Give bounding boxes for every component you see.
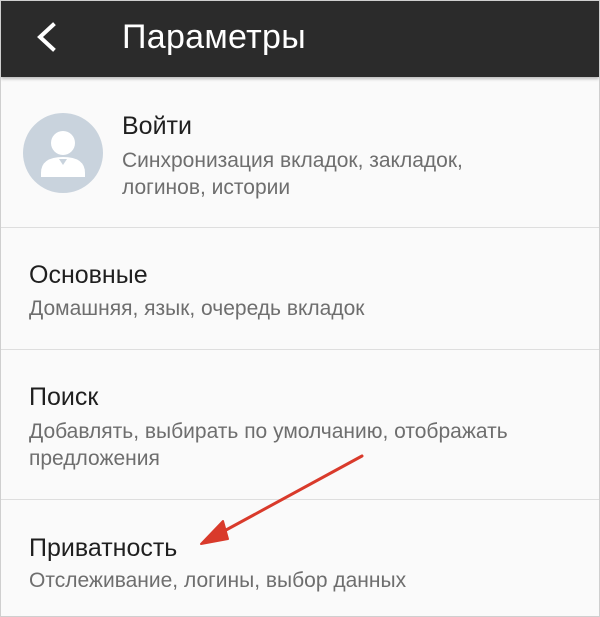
user-avatar-icon xyxy=(23,113,103,193)
sign-in-item[interactable]: Войти Синхронизация вкладок, закладок, л… xyxy=(1,77,599,227)
general-title: Основные xyxy=(29,261,148,289)
search-title: Поиск xyxy=(29,383,99,411)
sign-in-subtitle-line-2: логинов, истории xyxy=(122,176,291,199)
chevron-left-icon xyxy=(37,22,56,52)
page-title: Параметры xyxy=(122,18,306,56)
privacy-title: Приватность xyxy=(29,534,178,562)
sign-in-title: Войти xyxy=(122,112,192,140)
settings-item-privacy[interactable]: Приватность Отслеживание, логины, выбор … xyxy=(1,500,599,616)
sign-in-subtitle-line-1: Синхронизация вкладок, закладок, xyxy=(122,149,463,172)
settings-item-general[interactable]: Основные Домашняя, язык, очередь вкладок xyxy=(1,228,599,348)
search-subtitle-line-2: предложения xyxy=(29,447,160,470)
general-subtitle: Домашняя, язык, очередь вкладок xyxy=(29,297,365,320)
search-subtitle-line-1: Добавлять, выбирать по умолчанию, отобра… xyxy=(29,420,508,443)
privacy-subtitle: Отслеживание, логины, выбор данных xyxy=(29,569,407,592)
settings-item-search[interactable]: Поиск Добавлять, выбирать по умолчанию, … xyxy=(1,350,599,498)
settings-screen: Параметры Войти Синхронизация вкладок, з… xyxy=(0,0,600,617)
back-button[interactable] xyxy=(19,11,75,63)
app-toolbar: Параметры xyxy=(1,1,599,77)
